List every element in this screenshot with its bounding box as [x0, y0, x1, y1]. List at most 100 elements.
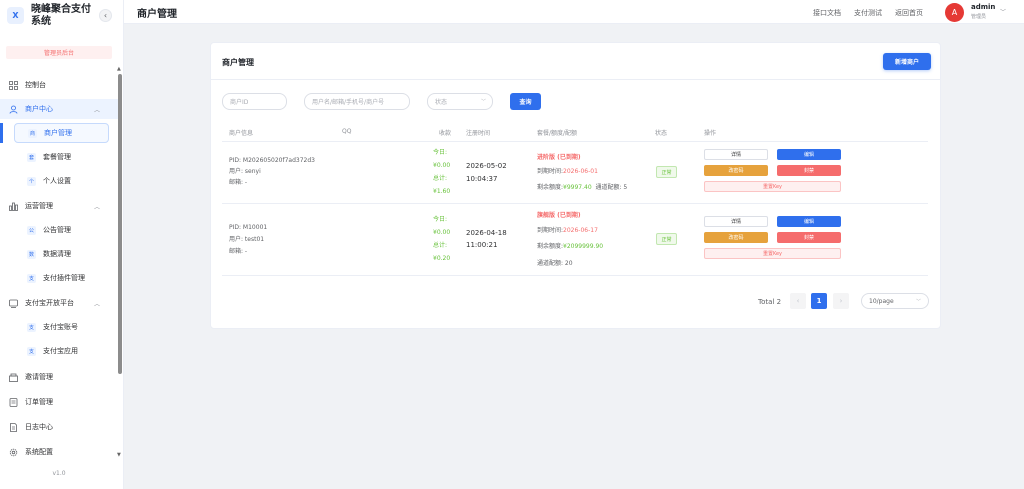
- today-amount: ¥0.00: [433, 229, 451, 236]
- expire-label: 到期时间:: [537, 227, 564, 234]
- sidebar-item-payment-plugins[interactable]: 支 支付插件管理: [0, 268, 118, 288]
- payment-test-link[interactable]: 支付测试: [854, 8, 882, 18]
- merchant-email: 邮箱: -: [229, 248, 248, 255]
- sidebar-item-merchant-management[interactable]: 商 商户管理: [14, 123, 109, 143]
- detail-button[interactable]: 详情: [704, 149, 768, 160]
- today-label: 今日:: [433, 216, 448, 223]
- query-button[interactable]: 查询: [510, 93, 541, 110]
- invite-icon: [9, 373, 18, 382]
- sidebar-item-label: 控制台: [25, 81, 46, 89]
- divider: [222, 141, 928, 142]
- sidebar-item-package-management[interactable]: 套 套餐管理: [0, 147, 118, 167]
- sidebar-item-label: 邀请管理: [25, 373, 53, 381]
- column-header-merchant-info: 商户信息: [229, 130, 254, 137]
- prev-page-button[interactable]: ‹: [790, 293, 806, 309]
- search-placeholder: 用户名/邮箱/手机号/商户号: [312, 99, 385, 106]
- personal-icon: 个: [27, 176, 36, 186]
- sidebar-item-system-config[interactable]: 系统配置: [0, 442, 118, 462]
- reset-key-button[interactable]: 重置Key: [704, 248, 841, 259]
- sidebar-item-data-cleanup[interactable]: 数 数据清理: [0, 244, 118, 264]
- register-time: 10:04:37: [466, 175, 498, 183]
- alipay-icon: 支: [27, 322, 36, 332]
- sidebar-item-personal-settings[interactable]: 个 个人设置: [0, 171, 118, 191]
- user-icon: [9, 105, 18, 114]
- sidebar-item-logs[interactable]: 日志中心: [0, 417, 118, 437]
- role-badge: 管理员后台: [6, 46, 112, 59]
- app-logo: X: [7, 7, 24, 24]
- channel-quota: 通道配额: 5: [595, 184, 628, 191]
- sidebar-item-alipay-account[interactable]: 支 支付宝账号: [0, 317, 118, 337]
- expire-date: 2026-06-01: [563, 168, 598, 175]
- log-icon: [9, 422, 18, 432]
- detail-button[interactable]: 详情: [704, 216, 768, 227]
- channel-quota: 通道配额: 20: [537, 260, 573, 267]
- status-placeholder: 状态: [435, 99, 448, 106]
- pagination-total: Total 2: [758, 298, 782, 306]
- reset-key-button[interactable]: 重置Key: [704, 181, 841, 192]
- balance-label: 剩余额度:: [537, 184, 564, 191]
- package-name: 旗舰版 (已到期): [537, 212, 581, 219]
- scrollbar-thumb[interactable]: [118, 74, 122, 374]
- sidebar-item-label: 系统配置: [25, 448, 53, 456]
- page-1-button[interactable]: 1: [811, 293, 827, 309]
- sidebar-item-label: 日志中心: [25, 423, 53, 431]
- merchant-user: 用户: senyi: [229, 168, 261, 175]
- sidebar-item-label: 支付宝应用: [43, 347, 78, 355]
- add-merchant-button[interactable]: 新增商户: [883, 53, 931, 70]
- next-page-button[interactable]: ›: [833, 293, 849, 309]
- ban-button[interactable]: 封禁: [777, 232, 841, 243]
- total-label: 总计:: [433, 242, 448, 249]
- column-header-status: 状态: [655, 130, 668, 137]
- page-size-value: 10/page: [869, 297, 894, 305]
- sidebar-item-alipay-apps[interactable]: 支 支付宝应用: [0, 341, 118, 361]
- back-home-link[interactable]: 返回首页: [895, 8, 923, 18]
- sidebar-item-invites[interactable]: 邀请管理: [0, 367, 118, 387]
- change-password-button[interactable]: 改密码: [704, 232, 768, 243]
- sidebar-group-merchant-center[interactable]: 商户中心 ︿: [0, 99, 118, 119]
- scroll-down-arrow[interactable]: ▼: [117, 452, 121, 458]
- sidebar-item-label: 商户管理: [44, 129, 72, 137]
- merchant-id-input[interactable]: 商户ID: [222, 93, 287, 110]
- sidebar-item-label: 数据清理: [43, 250, 71, 258]
- divider: [222, 203, 928, 204]
- ban-button[interactable]: 封禁: [777, 165, 841, 176]
- chevron-down-icon: ﹀: [480, 99, 486, 105]
- edit-button[interactable]: 编辑: [777, 216, 841, 227]
- register-time: 11:00:21: [466, 241, 498, 249]
- sidebar-group-alipay-platform[interactable]: 支付宝开放平台 ︿: [0, 293, 118, 313]
- status-select[interactable]: 状态 ﹀: [427, 93, 493, 110]
- merchant-id-placeholder: 商户ID: [230, 99, 249, 106]
- user-name[interactable]: admin: [971, 3, 995, 11]
- sidebar-item-label: 支付插件管理: [43, 274, 85, 282]
- sidebar-item-orders[interactable]: 订单管理: [0, 392, 118, 412]
- app-version: v1.0: [52, 470, 66, 477]
- sidebar-item-label: 支付宝开放平台: [25, 299, 74, 307]
- plugin-icon: 支: [27, 273, 36, 283]
- chevron-down-icon: ﹀: [915, 298, 921, 305]
- avatar[interactable]: A: [945, 3, 964, 22]
- data-icon: 数: [27, 249, 36, 259]
- edit-button[interactable]: 编辑: [777, 149, 841, 160]
- divider: [211, 79, 940, 80]
- sidebar-item-dashboard[interactable]: 控制台: [0, 75, 118, 95]
- change-password-button[interactable]: 改密码: [704, 165, 768, 176]
- dashboard-icon: [9, 80, 18, 90]
- active-indicator: [0, 123, 3, 143]
- merchant-pid: PID: M10001: [229, 224, 268, 231]
- today-label: 今日:: [433, 149, 448, 156]
- sidebar-item-announcements[interactable]: 公 公告管理: [0, 220, 118, 240]
- page-size-select[interactable]: 10/page ﹀: [861, 293, 929, 309]
- top-header: 商户管理 接口文档 支付测试 返回首页 A admin 管理员 ﹀: [124, 0, 1024, 24]
- chevron-up-icon: ︿: [94, 203, 101, 211]
- sidebar-group-operations[interactable]: 运营管理 ︿: [0, 196, 118, 216]
- sidebar-item-label: 订单管理: [25, 398, 53, 406]
- register-date: 2026-05-02: [466, 162, 507, 170]
- sidebar-item-label: 个人设置: [43, 177, 71, 185]
- chevron-down-icon[interactable]: ﹀: [1000, 7, 1006, 16]
- merchant-email: 邮箱: -: [229, 179, 248, 186]
- sidebar-scrollbar[interactable]: [118, 66, 122, 462]
- order-icon: [9, 397, 18, 407]
- collapse-sidebar-button[interactable]: ‹: [99, 9, 112, 22]
- search-input[interactable]: 用户名/邮箱/手机号/商户号: [304, 93, 410, 110]
- api-docs-link[interactable]: 接口文档: [813, 8, 841, 18]
